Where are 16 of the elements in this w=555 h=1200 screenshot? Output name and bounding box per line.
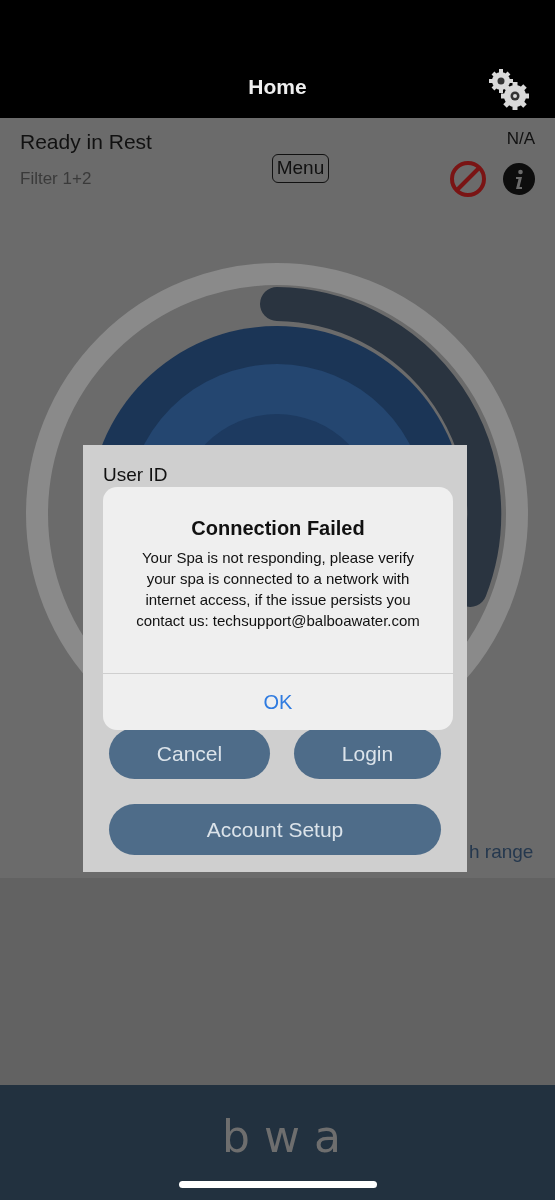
alert-message: Your Spa is not responding, please verify your spa is connected to a network with internet access, if the issue persists you contact us: techsupport@balboawater.com bbox=[135, 548, 421, 631]
alert-title: Connection Failed bbox=[190, 516, 366, 541]
login-button[interactable]: Login bbox=[294, 728, 441, 779]
range-text: h range bbox=[469, 840, 534, 864]
status-text: Ready in Rest bbox=[20, 129, 152, 155]
info-icon[interactable] bbox=[503, 162, 535, 195]
settings-icon[interactable] bbox=[487, 68, 531, 112]
menu-button[interactable]: Menu bbox=[271, 154, 330, 183]
page-title: Home bbox=[248, 75, 307, 98]
account-setup-button[interactable]: Account Setup bbox=[109, 804, 441, 855]
user-id-label: User ID bbox=[103, 463, 168, 487]
temperature-text: N/A bbox=[506, 128, 535, 150]
prohibited-icon[interactable] bbox=[449, 159, 487, 198]
logo: bwa bbox=[221, 1110, 356, 1159]
ok-button[interactable]: OK bbox=[103, 673, 453, 730]
cancel-button[interactable]: Cancel bbox=[109, 728, 270, 779]
